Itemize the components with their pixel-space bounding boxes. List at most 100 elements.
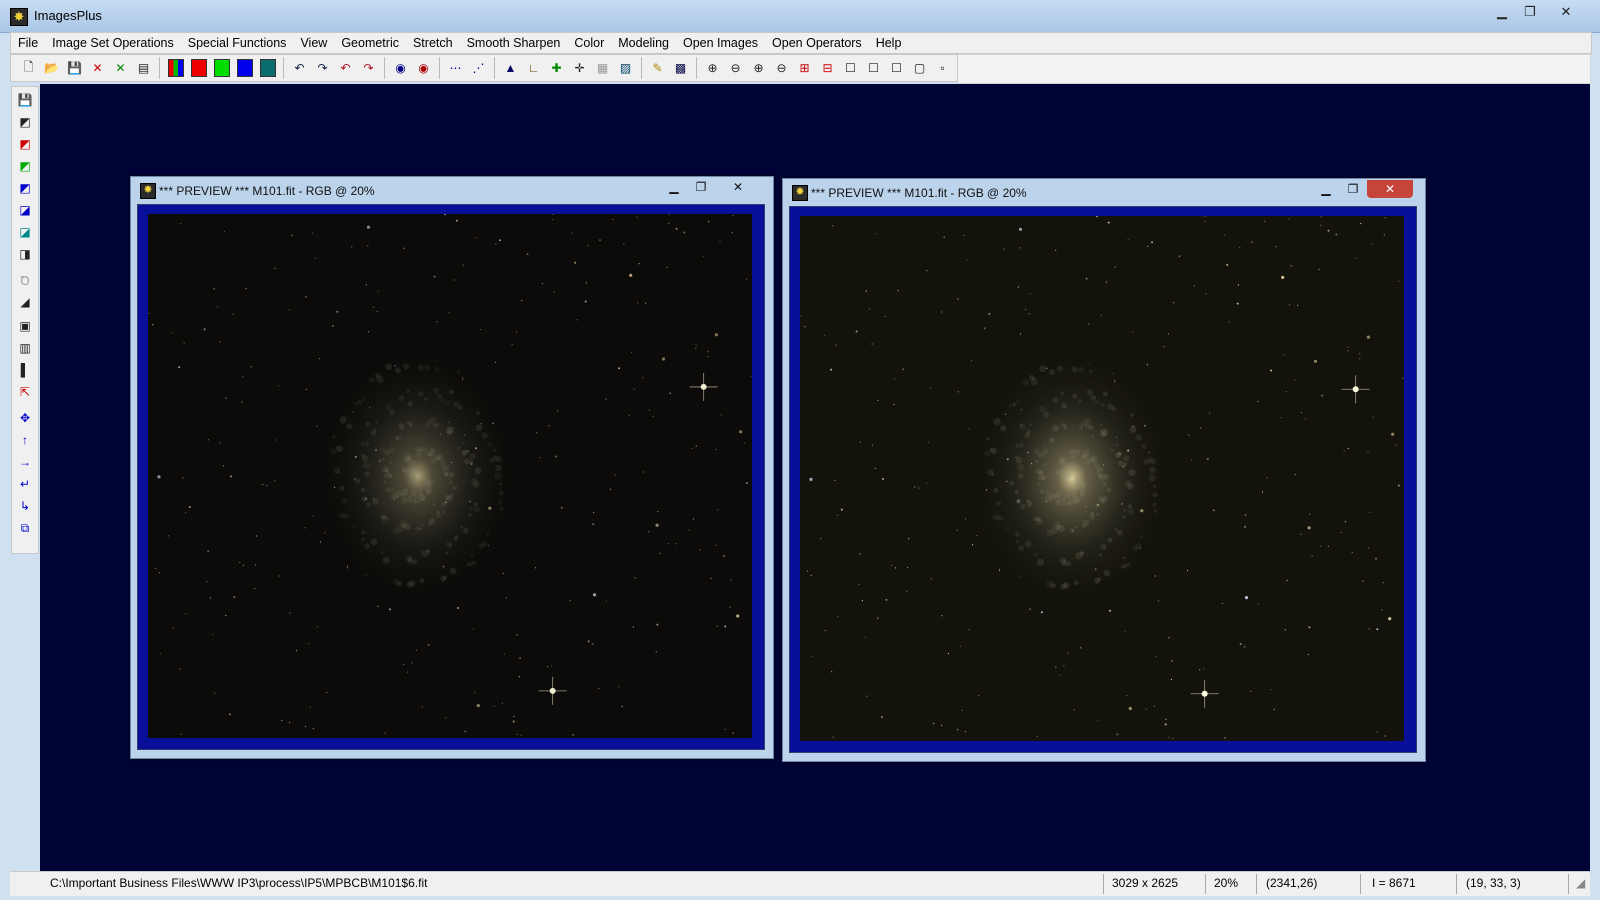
mosaic-icon[interactable]: ▩ <box>672 59 690 77</box>
undo-icon[interactable]: ↶ <box>291 59 309 77</box>
close-icon[interactable]: ✕ <box>717 178 759 196</box>
green-channel-icon[interactable] <box>213 59 231 77</box>
close-all-icon[interactable]: ✕ <box>112 59 130 77</box>
shrink-icon[interactable]: ⊟ <box>819 59 837 77</box>
frame-large-icon[interactable]: ☐ <box>842 59 860 77</box>
menu-view[interactable]: View <box>293 36 334 50</box>
black-bar-icon[interactable]: ▌ <box>16 361 34 379</box>
save-icon[interactable]: 💾 <box>16 91 34 109</box>
select-box-icon[interactable]: ▣ <box>16 317 34 335</box>
preview-window-icon[interactable]: ✸ <box>792 185 808 201</box>
rotate-right-icon[interactable]: ↳ <box>16 497 34 515</box>
close-icon[interactable]: ✕ <box>1367 180 1413 198</box>
close-image-icon[interactable]: ✕ <box>89 59 107 77</box>
pencil-icon[interactable]: ✎ <box>649 59 667 77</box>
mask-invert-icon[interactable]: ◨ <box>16 245 34 263</box>
star-mask-red-icon[interactable]: ◉ <box>415 59 433 77</box>
redo-icon[interactable]: ↷ <box>314 59 332 77</box>
zoom-out-icon[interactable]: ⊖ <box>727 59 745 77</box>
redo-all-icon[interactable]: ↷ <box>360 59 378 77</box>
blue-channel-icon[interactable] <box>236 59 254 77</box>
frame-small-icon[interactable]: ☐ <box>888 59 906 77</box>
menu-color[interactable]: Color <box>567 36 611 50</box>
mask-black-white-icon[interactable]: ◩ <box>16 113 34 131</box>
curves-icon[interactable]: ∟ <box>525 59 543 77</box>
menu-open-images[interactable]: Open Images <box>676 36 765 50</box>
luminance-channel-icon[interactable] <box>259 59 277 77</box>
minimize-icon[interactable]: ▁ <box>1488 2 1516 22</box>
expand-icon[interactable]: ⊞ <box>796 59 814 77</box>
minimize-icon[interactable]: ▁ <box>1313 180 1339 198</box>
columns-icon[interactable]: ▥ <box>16 339 34 357</box>
rgb-channels-icon[interactable] <box>167 59 185 77</box>
close-icon[interactable]: ✕ <box>1552 2 1580 22</box>
save-icon[interactable]: 💾 <box>66 59 84 77</box>
zoom-fit-icon[interactable]: ⊕ <box>750 59 768 77</box>
crosshair-icon[interactable]: ✛ <box>571 59 589 77</box>
galaxy-image[interactable] <box>800 216 1404 741</box>
arrow-right-icon[interactable]: → <box>16 453 34 471</box>
red-channel-icon[interactable] <box>190 59 208 77</box>
galaxy-image[interactable] <box>148 214 752 738</box>
add-icon[interactable]: ✚ <box>548 59 566 77</box>
mask-blue-icon[interactable]: ◩ <box>16 179 34 197</box>
star <box>242 376 244 378</box>
star <box>1226 263 1229 266</box>
star <box>868 308 871 310</box>
zoom-in-icon[interactable]: ⊕ <box>704 59 722 77</box>
star <box>476 704 480 708</box>
lasso-icon[interactable]: Ꝺ <box>16 271 34 289</box>
star-mask-icon[interactable]: ◉ <box>392 59 410 77</box>
mask-red-icon[interactable]: ◩ <box>16 135 34 153</box>
menu-special-functions[interactable]: Special Functions <box>181 36 294 50</box>
resize-grip-icon[interactable]: ◢ <box>1576 872 1585 894</box>
new-file-icon[interactable]: 🗋 <box>20 59 38 77</box>
mask-green-icon[interactable]: ◩ <box>16 157 34 175</box>
grid-icon[interactable]: ▦ <box>594 59 612 77</box>
preview-window-processed[interactable]: ✸ *** PREVIEW *** M101.fit - RGB @ 20% ▁… <box>782 178 1426 762</box>
menu-stretch[interactable]: Stretch <box>406 36 460 50</box>
maximize-icon[interactable]: ❐ <box>1516 2 1544 22</box>
open-folder-icon[interactable]: 📂 <box>43 59 61 77</box>
gradient-icon[interactable]: ◢ <box>16 293 34 311</box>
frame-medium-icon[interactable]: ☐ <box>865 59 883 77</box>
print-icon[interactable]: ▤ <box>135 59 153 77</box>
menu-modeling[interactable]: Modeling <box>611 36 676 50</box>
app-icon[interactable]: ✸ <box>10 8 28 26</box>
minimize-icon[interactable]: ▁ <box>663 178 685 196</box>
menu-open-operators[interactable]: Open Operators <box>765 36 869 50</box>
galaxy-arm-glow <box>1060 391 1064 396</box>
star <box>1127 239 1129 241</box>
rotate-left-icon[interactable]: ↵ <box>16 475 34 493</box>
crop-icon[interactable]: ⇱ <box>16 383 34 401</box>
preview-window-original[interactable]: ✸ *** PREVIEW *** M101.fit - RGB @ 20% ▁… <box>130 176 774 759</box>
maximize-icon[interactable]: ❐ <box>689 178 713 196</box>
menu-help[interactable]: Help <box>869 36 909 50</box>
galaxy-arm-glow <box>494 472 502 480</box>
menu-file[interactable]: File <box>11 36 45 50</box>
arrow-up-icon[interactable]: ↑ <box>16 431 34 449</box>
image-info-icon[interactable]: ▨ <box>617 59 635 77</box>
mask-blue-dark-icon[interactable]: ◪ <box>16 201 34 219</box>
menu-image-set-operations[interactable]: Image Set Operations <box>45 36 181 50</box>
star <box>311 232 313 234</box>
galaxy-arm-glow <box>385 363 393 371</box>
menu-smooth-sharpen[interactable]: Smooth Sharpen <box>460 36 568 50</box>
frame-smaller-icon[interactable]: ▢ <box>911 59 929 77</box>
mask-teal-icon[interactable]: ◪ <box>16 223 34 241</box>
histogram-icon[interactable]: ▲ <box>502 59 520 77</box>
zoom-reset-icon[interactable]: ⊖ <box>773 59 791 77</box>
maximize-icon[interactable]: ❐ <box>1339 180 1367 198</box>
undo-all-icon[interactable]: ↶ <box>337 59 355 77</box>
preview-window-titlebar[interactable]: ✸ *** PREVIEW *** M101.fit - RGB @ 20% ▁… <box>783 179 1425 205</box>
preview-window-titlebar[interactable]: ✸ *** PREVIEW *** M101.fit - RGB @ 20% ▁… <box>131 177 773 203</box>
preview-window-icon[interactable]: ✸ <box>140 183 156 199</box>
star <box>1257 400 1259 403</box>
frame-smallest-icon[interactable]: ▫ <box>934 59 952 77</box>
copy-layer-icon[interactable]: ⧉ <box>16 519 34 537</box>
move-icon[interactable]: ✥ <box>16 409 34 427</box>
line-profile-icon[interactable]: ⋯ <box>447 59 465 77</box>
star <box>572 733 575 736</box>
point-profile-icon[interactable]: ⋰ <box>470 59 488 77</box>
menu-geometric[interactable]: Geometric <box>334 36 406 50</box>
